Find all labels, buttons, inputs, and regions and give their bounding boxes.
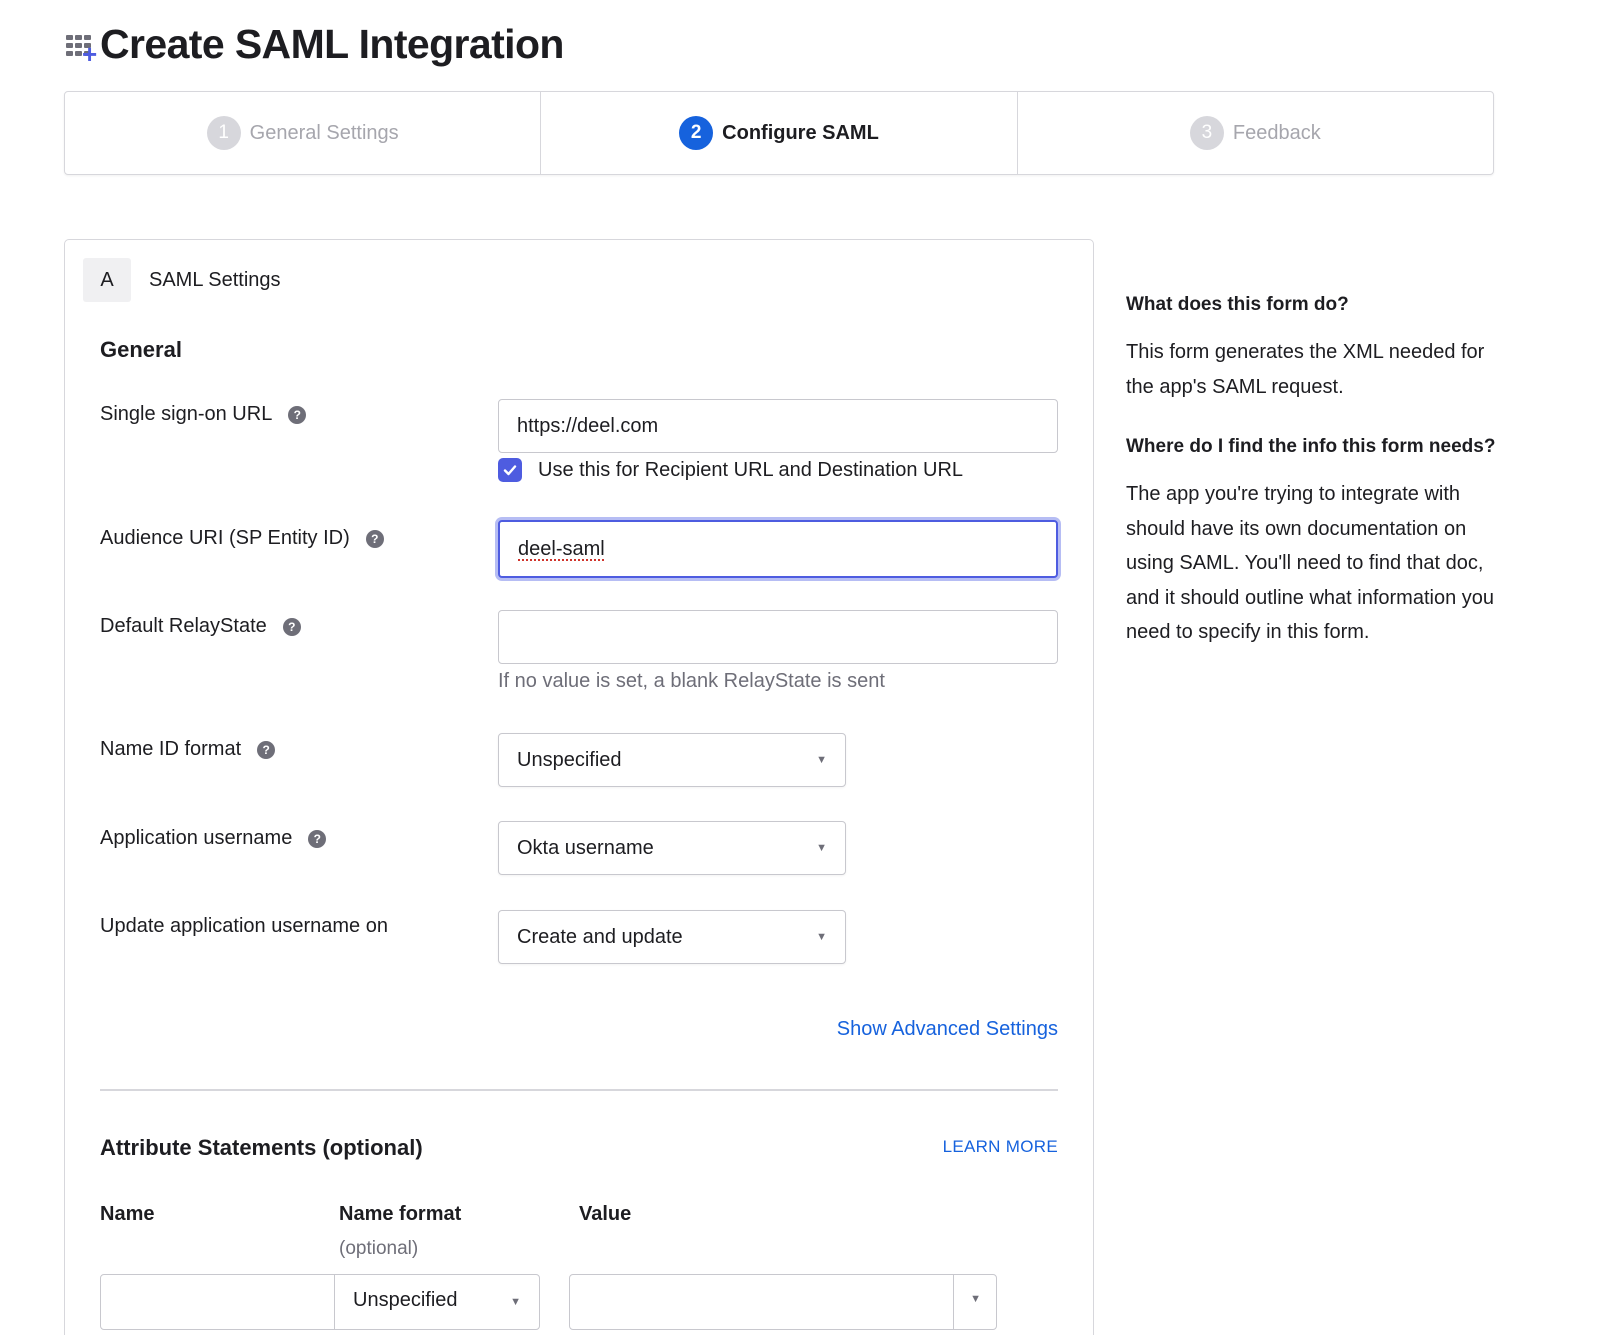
step-label: Configure SAML [722, 121, 879, 144]
step-number: 3 [1189, 116, 1224, 150]
column-header-value: Value [579, 1203, 632, 1225]
update-username-label-text: Update application username on [100, 915, 388, 937]
sso-url-input[interactable]: https://deel.com [498, 399, 1058, 453]
app-username-label: Application username ? [100, 827, 327, 850]
help-question-1: What does this form do? [1126, 294, 1349, 315]
caret-down-icon: ▼ [816, 842, 827, 854]
section-letter: A [83, 258, 131, 302]
app-username-value: Okta username [517, 836, 654, 859]
step-feedback[interactable]: 3 Feedback [1018, 92, 1493, 174]
audience-uri-value: deel-saml [518, 537, 605, 560]
caret-down-icon: ▼ [510, 1296, 521, 1308]
attribute-name-input[interactable] [100, 1274, 336, 1330]
attribute-name-format-select[interactable]: Unspecified ▼ [334, 1274, 540, 1330]
sso-url-label: Single sign-on URL ? [100, 403, 307, 426]
help-question-2: Where do I find the info this form needs… [1126, 436, 1496, 457]
recipient-url-checkbox-row[interactable]: Use this for Recipient URL and Destinati… [498, 458, 963, 482]
caret-down-icon: ▼ [816, 931, 827, 943]
relay-state-label: Default RelayState ? [100, 615, 301, 638]
help-panel: What does this form do? This form genera… [1126, 292, 1506, 650]
help-answer-1: This form generates the XML needed for t… [1126, 341, 1485, 398]
recipient-url-checkbox[interactable] [498, 458, 522, 482]
value-input-divider [952, 1275, 954, 1329]
step-number: 1 [206, 116, 241, 150]
learn-more-link[interactable]: LEARN MORE [943, 1137, 1058, 1157]
relay-state-hint: If no value is set, a blank RelayState i… [498, 670, 885, 692]
column-header-name-format: Name format [339, 1203, 462, 1225]
column-header-name-format-sub: (optional) [339, 1238, 419, 1259]
step-number: 2 [679, 116, 714, 150]
page-title: Create SAML Integration [100, 20, 564, 67]
step-configure-saml[interactable]: 2 Configure SAML [541, 92, 1018, 174]
help-icon[interactable]: ? [365, 529, 384, 548]
app-username-select[interactable]: Okta username ▼ [498, 821, 846, 875]
saml-settings-card: A SAML Settings General Single sign-on U… [64, 239, 1094, 1335]
checkmark-icon [503, 465, 517, 476]
recipient-url-checkbox-label: Use this for Recipient URL and Destinati… [538, 458, 964, 481]
step-general-settings[interactable]: 1 General Settings [65, 92, 542, 174]
update-username-value: Create and update [517, 925, 683, 948]
relay-state-input[interactable] [498, 610, 1058, 664]
help-answer-2: The app you're trying to integrate with … [1126, 483, 1495, 643]
page-header: + Create SAML Integration [64, 18, 564, 70]
attribute-statements-title: Attribute Statements (optional) [100, 1135, 423, 1160]
audience-uri-label-text: Audience URI (SP Entity ID) [100, 527, 350, 549]
step-label: General Settings [249, 121, 399, 144]
audience-uri-label: Audience URI (SP Entity ID) ? [100, 527, 384, 550]
general-title: General [100, 337, 182, 362]
attribute-value-input[interactable]: ▼ [569, 1274, 997, 1330]
name-id-format-select[interactable]: Unspecified ▼ [498, 733, 846, 787]
help-icon[interactable]: ? [282, 617, 301, 636]
section-header: A SAML Settings [83, 258, 281, 302]
step-label: Feedback [1232, 121, 1321, 144]
column-header-name: Name [100, 1203, 155, 1225]
section-title: SAML Settings [149, 268, 281, 291]
name-id-format-value: Unspecified [517, 748, 622, 771]
name-id-format-label-text: Name ID format [100, 738, 242, 760]
update-username-select[interactable]: Create and update ▼ [498, 910, 846, 964]
app-username-label-text: Application username [100, 827, 293, 849]
caret-down-icon: ▼ [816, 754, 827, 766]
wizard-stepper: 1 General Settings 2 Configure SAML 3 Fe… [64, 91, 1494, 175]
relay-state-label-text: Default RelayState [100, 615, 267, 637]
help-icon[interactable]: ? [308, 829, 327, 848]
help-icon[interactable]: ? [257, 740, 276, 759]
app-grid-plus-icon: + [64, 27, 98, 67]
audience-uri-input[interactable]: deel-saml [498, 520, 1058, 578]
attribute-name-format-value: Unspecified [353, 1289, 458, 1311]
section-divider [100, 1089, 1058, 1091]
name-id-format-label: Name ID format ? [100, 738, 276, 761]
caret-down-icon[interactable]: ▼ [970, 1293, 981, 1305]
sso-url-label-text: Single sign-on URL [100, 403, 273, 425]
update-username-label: Update application username on [100, 915, 388, 938]
show-advanced-settings-link[interactable]: Show Advanced Settings [837, 1018, 1058, 1041]
help-icon[interactable]: ? [288, 405, 307, 424]
